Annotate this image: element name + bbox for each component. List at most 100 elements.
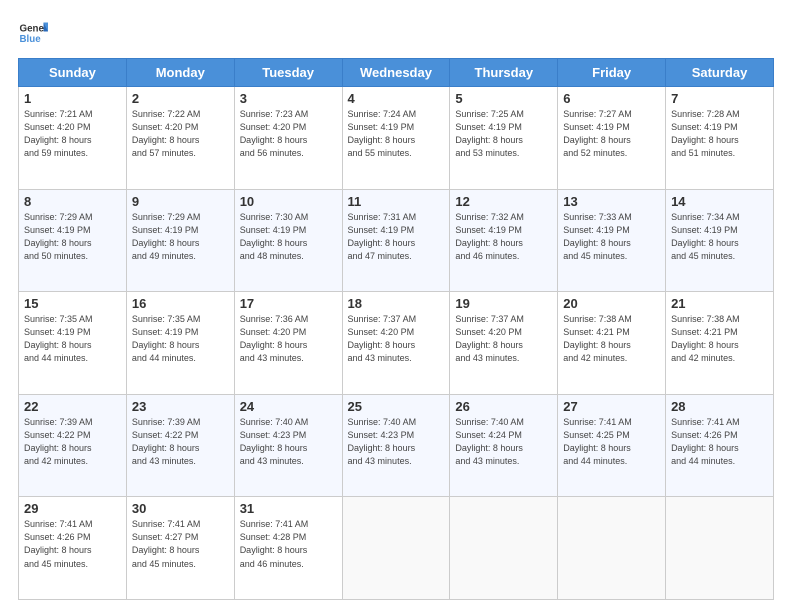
day-info: Sunrise: 7:23 AM Sunset: 4:20 PM Dayligh… — [240, 108, 337, 160]
calendar-cell: 10 Sunrise: 7:30 AM Sunset: 4:19 PM Dayli… — [234, 189, 342, 292]
calendar-table: SundayMondayTuesdayWednesdayThursdayFrid… — [18, 58, 774, 600]
day-number: 19 — [455, 296, 552, 311]
calendar-cell: 13Sunrise: 7:33 AM Sunset: 4:19 PM Dayli… — [558, 189, 666, 292]
weekday-header-thursday: Thursday — [450, 59, 558, 87]
day-info: Sunrise: 7:39 AM Sunset: 4:22 PM Dayligh… — [24, 416, 121, 468]
calendar-cell — [666, 497, 774, 600]
day-info: Sunrise: 7:41 AM Sunset: 4:28 PM Dayligh… — [240, 518, 337, 570]
day-number: 26 — [455, 399, 552, 414]
day-info: Sunrise: 7:29 AM Sunset: 4:19 PM Dayligh… — [132, 211, 229, 263]
day-info: Sunrise: 7:21 AM Sunset: 4:20 PM Dayligh… — [24, 108, 121, 160]
calendar-cell: 28Sunrise: 7:41 AM Sunset: 4:26 PM Dayli… — [666, 394, 774, 497]
day-info: Sunrise: 7:25 AM Sunset: 4:19 PM Dayligh… — [455, 108, 552, 160]
day-info: Sunrise: 7:35 AM Sunset: 4:19 PM Dayligh… — [24, 313, 121, 365]
day-number: 4 — [348, 91, 445, 106]
weekday-header-sunday: Sunday — [19, 59, 127, 87]
day-number: 23 — [132, 399, 229, 414]
calendar-cell — [450, 497, 558, 600]
calendar-cell: 20 Sunrise: 7:38 AM Sunset: 4:21 PM Dayli… — [558, 292, 666, 395]
day-info: Sunrise: 7:24 AM Sunset: 4:19 PM Dayligh… — [348, 108, 445, 160]
calendar-cell: 26 Sunrise: 7:40 AM Sunset: 4:24 PM Dayli… — [450, 394, 558, 497]
day-info: Sunrise: 7:41 AM Sunset: 4:27 PM Dayligh… — [132, 518, 229, 570]
day-number: 5 — [455, 91, 552, 106]
day-info: Sunrise: 7:39 AM Sunset: 4:22 PM Dayligh… — [132, 416, 229, 468]
page-header: General Blue — [18, 18, 774, 48]
day-info: Sunrise: 7:36 AM Sunset: 4:20 PM Dayligh… — [240, 313, 337, 365]
calendar-cell: 30Sunrise: 7:41 AM Sunset: 4:27 PM Dayli… — [126, 497, 234, 600]
calendar-cell: 17 Sunrise: 7:36 AM Sunset: 4:20 PM Dayli… — [234, 292, 342, 395]
calendar-cell: 21 Sunrise: 7:38 AM Sunset: 4:21 PM Dayli… — [666, 292, 774, 395]
day-info: Sunrise: 7:40 AM Sunset: 4:24 PM Dayligh… — [455, 416, 552, 468]
calendar-cell: 7 Sunrise: 7:28 AM Sunset: 4:19 PM Daylig… — [666, 87, 774, 190]
calendar-cell: 15 Sunrise: 7:35 AM Sunset: 4:19 PM Dayli… — [19, 292, 127, 395]
day-number: 1 — [24, 91, 121, 106]
day-info: Sunrise: 7:37 AM Sunset: 4:20 PM Dayligh… — [348, 313, 445, 365]
day-info: Sunrise: 7:30 AM Sunset: 4:19 PM Dayligh… — [240, 211, 337, 263]
calendar-cell: 31Sunrise: 7:41 AM Sunset: 4:28 PM Dayli… — [234, 497, 342, 600]
calendar-cell — [342, 497, 450, 600]
day-number: 10 — [240, 194, 337, 209]
day-info: Sunrise: 7:40 AM Sunset: 4:23 PM Dayligh… — [240, 416, 337, 468]
day-number: 8 — [24, 194, 121, 209]
day-number: 27 — [563, 399, 660, 414]
day-info: Sunrise: 7:28 AM Sunset: 4:19 PM Dayligh… — [671, 108, 768, 160]
day-number: 28 — [671, 399, 768, 414]
day-info: Sunrise: 7:41 AM Sunset: 4:26 PM Dayligh… — [24, 518, 121, 570]
weekday-header-monday: Monday — [126, 59, 234, 87]
day-info: Sunrise: 7:35 AM Sunset: 4:19 PM Dayligh… — [132, 313, 229, 365]
day-number: 22 — [24, 399, 121, 414]
calendar-cell: 5 Sunrise: 7:25 AM Sunset: 4:19 PM Daylig… — [450, 87, 558, 190]
day-info: Sunrise: 7:31 AM Sunset: 4:19 PM Dayligh… — [348, 211, 445, 263]
calendar-cell: 29Sunrise: 7:41 AM Sunset: 4:26 PM Dayli… — [19, 497, 127, 600]
calendar-cell: 6 Sunrise: 7:27 AM Sunset: 4:19 PM Daylig… — [558, 87, 666, 190]
day-info: Sunrise: 7:38 AM Sunset: 4:21 PM Dayligh… — [671, 313, 768, 365]
weekday-header-tuesday: Tuesday — [234, 59, 342, 87]
day-number: 21 — [671, 296, 768, 311]
day-number: 17 — [240, 296, 337, 311]
day-number: 16 — [132, 296, 229, 311]
day-info: Sunrise: 7:41 AM Sunset: 4:25 PM Dayligh… — [563, 416, 660, 468]
day-info: Sunrise: 7:37 AM Sunset: 4:20 PM Dayligh… — [455, 313, 552, 365]
weekday-header-friday: Friday — [558, 59, 666, 87]
day-number: 14 — [671, 194, 768, 209]
day-number: 15 — [24, 296, 121, 311]
day-number: 20 — [563, 296, 660, 311]
day-info: Sunrise: 7:22 AM Sunset: 4:20 PM Dayligh… — [132, 108, 229, 160]
calendar-cell: 9 Sunrise: 7:29 AM Sunset: 4:19 PM Daylig… — [126, 189, 234, 292]
calendar-cell: 11 Sunrise: 7:31 AM Sunset: 4:19 PM Dayli… — [342, 189, 450, 292]
weekday-header-saturday: Saturday — [666, 59, 774, 87]
calendar-cell: 16 Sunrise: 7:35 AM Sunset: 4:19 PM Dayli… — [126, 292, 234, 395]
calendar-cell: 19 Sunrise: 7:37 AM Sunset: 4:20 PM Dayli… — [450, 292, 558, 395]
calendar-cell: 8 Sunrise: 7:29 AM Sunset: 4:19 PM Daylig… — [19, 189, 127, 292]
day-number: 3 — [240, 91, 337, 106]
day-info: Sunrise: 7:33 AM Sunset: 4:19 PM Dayligh… — [563, 211, 660, 263]
day-info: Sunrise: 7:34 AM Sunset: 4:19 PM Dayligh… — [671, 211, 768, 263]
day-info: Sunrise: 7:29 AM Sunset: 4:19 PM Dayligh… — [24, 211, 121, 263]
calendar-cell: 27 Sunrise: 7:41 AM Sunset: 4:25 PM Dayli… — [558, 394, 666, 497]
day-number: 7 — [671, 91, 768, 106]
logo: General Blue — [18, 18, 48, 48]
calendar-cell — [558, 497, 666, 600]
day-number: 12 — [455, 194, 552, 209]
calendar-cell: 12 Sunrise: 7:32 AM Sunset: 4:19 PM Dayli… — [450, 189, 558, 292]
logo-icon: General Blue — [18, 18, 48, 48]
day-info: Sunrise: 7:38 AM Sunset: 4:21 PM Dayligh… — [563, 313, 660, 365]
day-number: 6 — [563, 91, 660, 106]
calendar-cell: 23 Sunrise: 7:39 AM Sunset: 4:22 PM Dayli… — [126, 394, 234, 497]
day-number: 18 — [348, 296, 445, 311]
day-number: 11 — [348, 194, 445, 209]
calendar-cell: 18 Sunrise: 7:37 AM Sunset: 4:20 PM Dayli… — [342, 292, 450, 395]
day-number: 25 — [348, 399, 445, 414]
day-info: Sunrise: 7:40 AM Sunset: 4:23 PM Dayligh… — [348, 416, 445, 468]
calendar-cell: 25 Sunrise: 7:40 AM Sunset: 4:23 PM Dayli… — [342, 394, 450, 497]
calendar-cell: 22 Sunrise: 7:39 AM Sunset: 4:22 PM Dayli… — [19, 394, 127, 497]
day-number: 9 — [132, 194, 229, 209]
day-info: Sunrise: 7:27 AM Sunset: 4:19 PM Dayligh… — [563, 108, 660, 160]
calendar-cell: 4 Sunrise: 7:24 AM Sunset: 4:19 PM Daylig… — [342, 87, 450, 190]
svg-text:Blue: Blue — [20, 34, 42, 45]
day-number: 2 — [132, 91, 229, 106]
day-info: Sunrise: 7:32 AM Sunset: 4:19 PM Dayligh… — [455, 211, 552, 263]
calendar-cell: 24Sunrise: 7:40 AM Sunset: 4:23 PM Dayli… — [234, 394, 342, 497]
weekday-header-wednesday: Wednesday — [342, 59, 450, 87]
calendar-cell: 1 Sunrise: 7:21 AM Sunset: 4:20 PM Daylig… — [19, 87, 127, 190]
